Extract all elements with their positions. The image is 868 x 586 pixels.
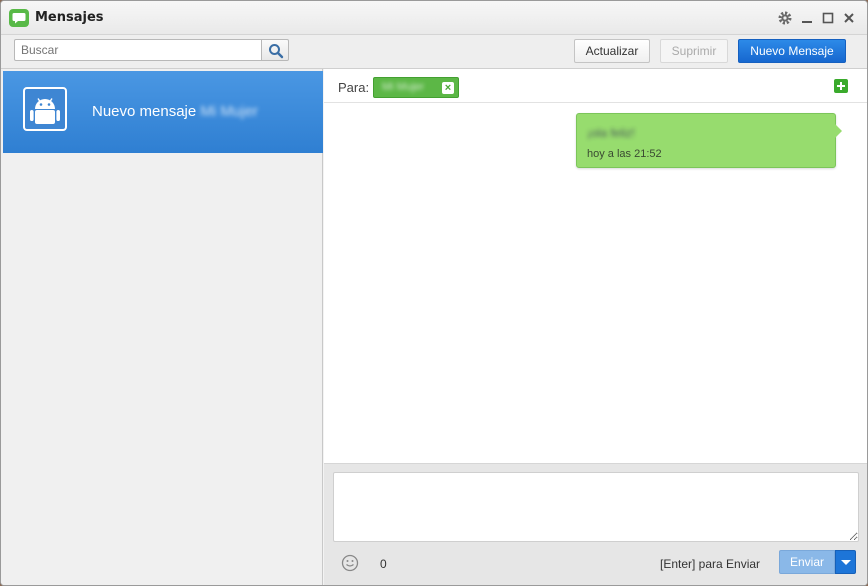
recipient-bar: Para: Mi Mujer × bbox=[324, 69, 867, 103]
maximize-icon[interactable] bbox=[820, 10, 836, 26]
emoji-icon[interactable] bbox=[341, 554, 359, 575]
conversation-list: Nuevo mensaje Mi Mujer bbox=[1, 69, 323, 585]
message-bubble: ¡ola feliz! hoy a las 21:52 bbox=[576, 113, 842, 168]
recipient-chip[interactable]: Mi Mujer × bbox=[373, 77, 459, 98]
window-title: Mensajes bbox=[35, 10, 104, 25]
conversation-item[interactable]: Nuevo mensaje Mi Mujer bbox=[3, 71, 323, 153]
conversation-label: Nuevo mensaje bbox=[92, 103, 197, 120]
search-icon bbox=[269, 44, 284, 59]
recipient-name: Mi Mujer bbox=[382, 81, 425, 93]
enter-hint: [Enter] para Enviar bbox=[660, 557, 761, 571]
android-icon bbox=[23, 87, 67, 131]
add-recipient-icon[interactable] bbox=[834, 79, 848, 93]
messages-window: Mensajes Actualizar Suprimir Nu bbox=[0, 0, 868, 586]
chat-bubble-icon bbox=[9, 9, 29, 27]
delete-button[interactable]: Suprimir bbox=[660, 39, 728, 63]
to-label: Para: bbox=[338, 80, 370, 95]
minimize-icon[interactable] bbox=[799, 10, 815, 26]
conversation-title: Nuevo mensaje Mi Mujer bbox=[92, 103, 258, 120]
message-timestamp: hoy a las 21:52 bbox=[587, 148, 662, 160]
message-text: ¡ola feliz! bbox=[587, 126, 636, 140]
message-input[interactable] bbox=[333, 472, 859, 542]
send-button[interactable]: Enviar bbox=[779, 550, 835, 574]
character-count: 0 bbox=[380, 557, 387, 571]
search-input[interactable] bbox=[14, 39, 262, 61]
title-bar: Mensajes bbox=[1, 1, 867, 35]
conversation-pane: Para: Mi Mujer × ¡ola feliz! hoy a las 2… bbox=[324, 69, 867, 585]
remove-recipient-icon[interactable]: × bbox=[442, 82, 454, 94]
conversation-contact: Mi Mujer bbox=[200, 103, 258, 120]
search-button[interactable] bbox=[261, 39, 289, 61]
refresh-button[interactable]: Actualizar bbox=[574, 39, 650, 63]
compose-area: 0 [Enter] para Enviar Enviar bbox=[324, 463, 867, 585]
gear-icon[interactable] bbox=[777, 10, 793, 26]
close-icon[interactable] bbox=[841, 10, 857, 26]
new-message-button[interactable]: Nuevo Mensaje bbox=[738, 39, 846, 63]
send-options-chevron-down-icon[interactable] bbox=[835, 550, 856, 574]
toolbar: Actualizar Suprimir Nuevo Mensaje bbox=[1, 35, 867, 69]
